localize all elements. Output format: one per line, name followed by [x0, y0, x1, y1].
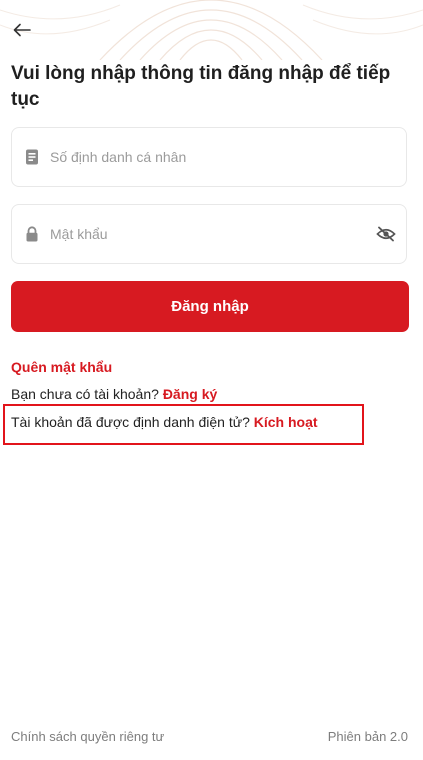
- password-field[interactable]: [11, 204, 407, 264]
- login-button[interactable]: Đăng nhập: [11, 281, 409, 332]
- password-input[interactable]: [50, 205, 374, 263]
- login-screen: Vui lòng nhập thông tin đăng nhập để tiế…: [0, 0, 423, 760]
- toggle-password-visibility-button[interactable]: [374, 222, 398, 246]
- privacy-policy-link[interactable]: Chính sách quyền riêng tư: [11, 729, 164, 744]
- id-card-icon: [24, 149, 40, 165]
- personal-id-field[interactable]: [11, 127, 407, 187]
- activate-prompt-text: Tài khoản đã được định danh điện tử?: [11, 414, 250, 430]
- activate-link[interactable]: Kích hoạt: [254, 414, 318, 430]
- arrow-left-icon: [13, 23, 31, 37]
- register-prompt-text: Bạn chưa có tài khoản?: [11, 386, 159, 402]
- lock-icon: [24, 226, 40, 242]
- page-title: Vui lòng nhập thông tin đăng nhập để tiế…: [11, 63, 391, 110]
- back-button[interactable]: [8, 16, 36, 44]
- activate-prompt: Tài khoản đã được định danh điện tử? Kíc…: [11, 414, 318, 430]
- personal-id-input[interactable]: [50, 128, 406, 186]
- register-prompt: Bạn chưa có tài khoản? Đăng ký: [11, 386, 217, 402]
- header-background-pattern: [0, 0, 423, 60]
- register-link[interactable]: Đăng ký: [163, 386, 217, 402]
- app-version: Phiên bản 2.0: [327, 729, 408, 744]
- eye-off-icon: [376, 226, 396, 242]
- forgot-password-link[interactable]: Quên mật khẩu: [11, 359, 112, 375]
